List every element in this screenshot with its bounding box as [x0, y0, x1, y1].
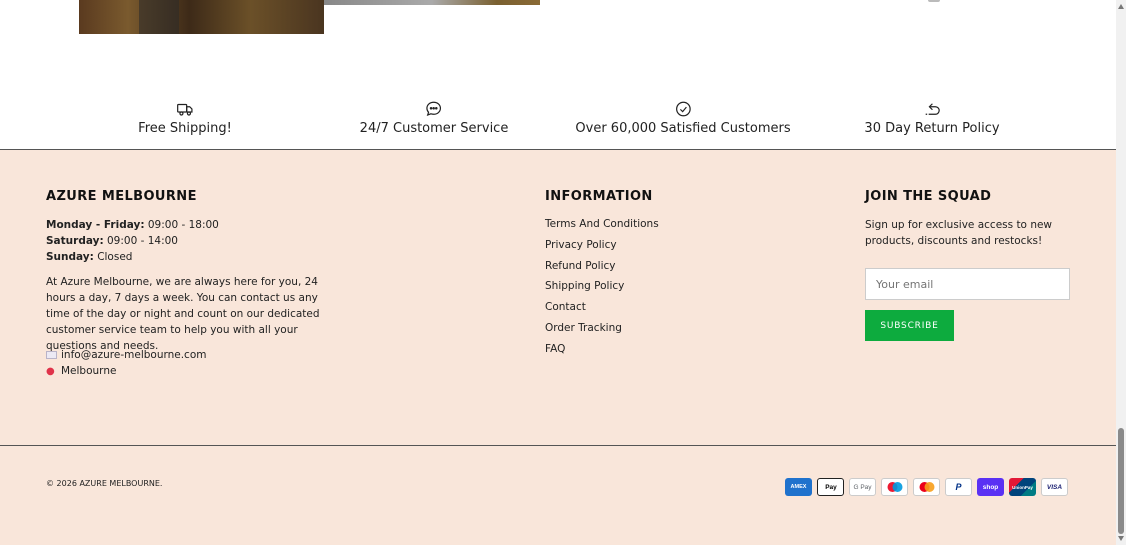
scroll-up-arrow-icon[interactable] — [1118, 4, 1124, 9]
hours-row: Saturday: 09:00 - 14:00 — [46, 233, 326, 249]
pin-icon: ● — [46, 366, 55, 377]
product-image[interactable] — [928, 0, 940, 2]
google-pay-icon: G Pay — [849, 478, 876, 496]
information-title: INFORMATION — [545, 189, 653, 204]
product-image-strip — [0, 0, 1116, 34]
store-title: AZURE MELBOURNE — [46, 189, 197, 204]
site-footer: AZURE MELBOURNE Monday - Friday: 09:00 -… — [0, 149, 1116, 545]
hours-time: Closed — [97, 251, 133, 263]
feature-return-policy: 30 Day Return Policy — [864, 95, 1000, 136]
feature-free-shipping: Free Shipping! — [138, 95, 232, 136]
mastercard-icon — [913, 478, 940, 496]
hours-time: 09:00 - 18:00 — [147, 219, 219, 231]
hours-time: 09:00 - 14:00 — [107, 235, 178, 247]
hours-row: Sunday: Closed — [46, 249, 326, 265]
envelope-icon — [46, 351, 57, 359]
scroll-thumb[interactable] — [1118, 428, 1124, 534]
scroll-down-arrow-icon[interactable] — [1118, 536, 1124, 541]
feature-customer-service: 24/7 Customer Service — [359, 95, 509, 136]
store-location: Melbourne — [61, 365, 117, 377]
link-refund[interactable]: Refund Policy — [545, 256, 659, 277]
store-description: At Azure Melbourne, we are always here f… — [46, 276, 320, 352]
features-bar: Free Shipping! 24/7 Customer Service Ove… — [0, 95, 1116, 150]
feature-label: 30 Day Return Policy — [864, 121, 1000, 136]
opening-hours: Monday - Friday: 09:00 - 18:00 Saturday:… — [46, 217, 326, 265]
newsletter-text: Sign up for exclusive access to new prod… — [865, 219, 1053, 247]
visa-icon: VISA — [1041, 478, 1068, 496]
link-order-tracking[interactable]: Order Tracking — [545, 318, 659, 339]
maestro-icon — [881, 478, 908, 496]
subscribe-button[interactable]: SUBSCRIBE — [865, 310, 954, 341]
email-row[interactable]: info@azure-melbourne.com — [46, 347, 326, 363]
newsletter-title: JOIN THE SQUAD — [865, 189, 992, 204]
hours-day: Sunday: — [46, 251, 94, 263]
information-links: Terms And Conditions Privacy Policy Refu… — [545, 214, 659, 360]
copyright-text: © 2026 AZURE MELBOURNE. — [46, 479, 163, 488]
unionpay-icon: UnionPay — [1009, 478, 1036, 496]
page-scrollbar[interactable] — [1116, 0, 1126, 545]
apple-pay-icon: Pay — [817, 478, 844, 496]
hours-row: Monday - Friday: 09:00 - 18:00 — [46, 217, 326, 233]
check-circle-icon — [675, 101, 691, 117]
feature-label: Free Shipping! — [138, 121, 232, 136]
feature-label: Over 60,000 Satisfied Customers — [575, 121, 791, 136]
location-row: ● Melbourne — [46, 363, 326, 380]
newsletter-email-input[interactable] — [865, 268, 1070, 300]
chat-icon — [426, 101, 442, 116]
hours-day: Saturday: — [46, 235, 104, 247]
link-terms[interactable]: Terms And Conditions — [545, 214, 659, 235]
link-faq[interactable]: FAQ — [545, 339, 659, 360]
feature-label: 24/7 Customer Service — [359, 121, 509, 136]
product-image[interactable] — [324, 0, 540, 5]
amex-icon: AMEX — [785, 478, 812, 496]
return-arrow-icon — [925, 103, 940, 115]
truck-icon — [176, 103, 193, 116]
contact-info: info@azure-melbourne.com ● Melbourne — [46, 347, 326, 380]
product-image[interactable] — [79, 0, 324, 34]
feature-satisfied-customers: Over 60,000 Satisfied Customers — [575, 95, 791, 136]
footer-divider — [0, 445, 1116, 446]
hours-day: Monday - Friday: — [46, 219, 145, 231]
link-contact[interactable]: Contact — [545, 297, 659, 318]
store-email[interactable]: info@azure-melbourne.com — [61, 349, 207, 361]
paypal-icon: P — [945, 478, 972, 496]
link-shipping[interactable]: Shipping Policy — [545, 276, 659, 297]
link-privacy[interactable]: Privacy Policy — [545, 235, 659, 256]
shop-pay-icon: shop — [977, 478, 1004, 496]
